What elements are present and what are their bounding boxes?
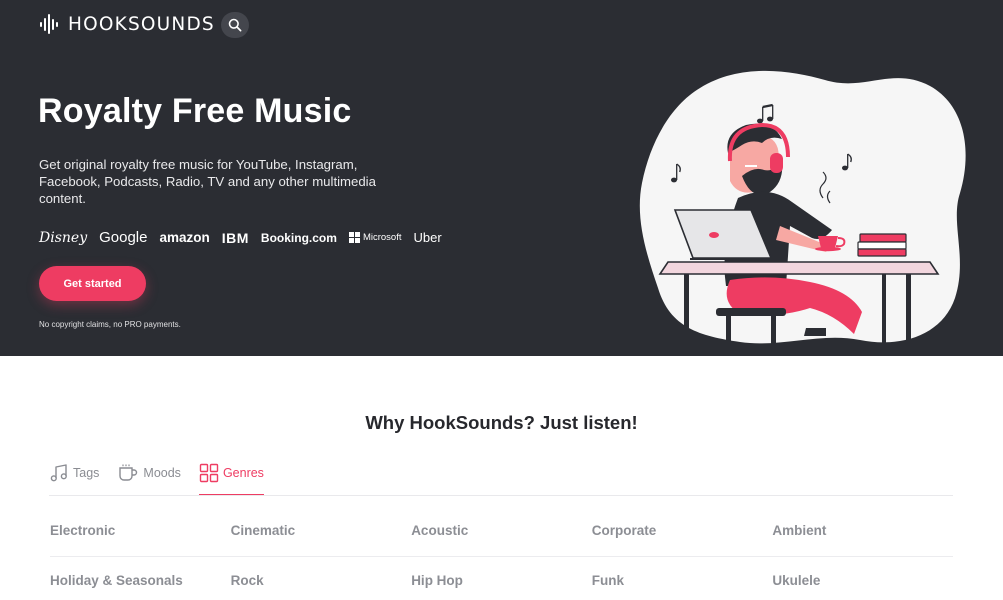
tab-genres[interactable]: Genres [198, 460, 264, 496]
genre-row: Electronic Cinematic Acoustic Corporate … [50, 523, 953, 538]
genre-link[interactable]: Ukulele [772, 573, 953, 588]
tab-tags-label: Tags [73, 466, 100, 480]
microsoft-grid-icon [348, 232, 360, 243]
genre-link[interactable]: Corporate [592, 523, 773, 538]
search-icon [228, 18, 242, 32]
genre-link[interactable]: Electronic [50, 523, 231, 538]
tabs-divider [49, 495, 953, 496]
genre-link[interactable]: Funk [592, 573, 773, 588]
uber-logo: Uber [413, 230, 442, 245]
category-tabs: Tags Moods Genres [49, 460, 282, 496]
tab-moods[interactable]: Moods [117, 460, 181, 496]
genre-link[interactable]: Acoustic [411, 523, 592, 538]
tab-moods-label: Moods [143, 466, 181, 480]
booking-logo: Booking.com [260, 230, 337, 245]
genre-link[interactable]: Rock [231, 573, 412, 588]
microsoft-logo-text: Microsoft [362, 232, 402, 243]
row-divider [50, 556, 953, 557]
genre-link[interactable]: Holiday & Seasonals [50, 573, 231, 588]
hero-section: HOOKSOUNDS Royalty Free Music Get origin… [0, 0, 1003, 356]
client-logos: Disney Google amazon IBM Booking.com Mic… [39, 229, 442, 246]
logo-text: HOOKSOUNDS [68, 13, 215, 35]
disney-logo: Disney [39, 229, 88, 246]
tab-tags[interactable]: Tags [49, 460, 99, 496]
genre-link[interactable]: Hip Hop [411, 573, 592, 588]
hero-note: No copyright claims, no PRO payments. [39, 320, 181, 329]
hero-subtitle: Get original royalty free music for YouT… [39, 157, 376, 206]
tab-genres-label: Genres [222, 466, 264, 480]
section-title: Why HookSounds? Just listen! [365, 412, 638, 433]
microsoft-logo: Microsoft [348, 232, 402, 243]
google-logo: Google [99, 229, 148, 246]
genre-link[interactable]: Cinematic [231, 523, 412, 538]
genre-link[interactable]: Ambient [772, 523, 953, 538]
man-with-headphones-at-laptop-illustration [639, 70, 966, 346]
search-button[interactable] [221, 12, 249, 38]
soundwave-logo-icon [40, 14, 58, 34]
coffee-cup-icon [119, 464, 138, 481]
amazon-logo: amazon [159, 230, 210, 245]
ibm-logo: IBM [221, 229, 249, 246]
logo[interactable]: HOOKSOUNDS [40, 13, 215, 35]
grid-icon [199, 463, 219, 483]
music-note-icon [50, 464, 67, 482]
get-started-button[interactable]: Get started [39, 266, 146, 301]
hero-title: Royalty Free Music [38, 92, 352, 130]
genre-row: Holiday & Seasonals Rock Hip Hop Funk Uk… [50, 573, 953, 588]
